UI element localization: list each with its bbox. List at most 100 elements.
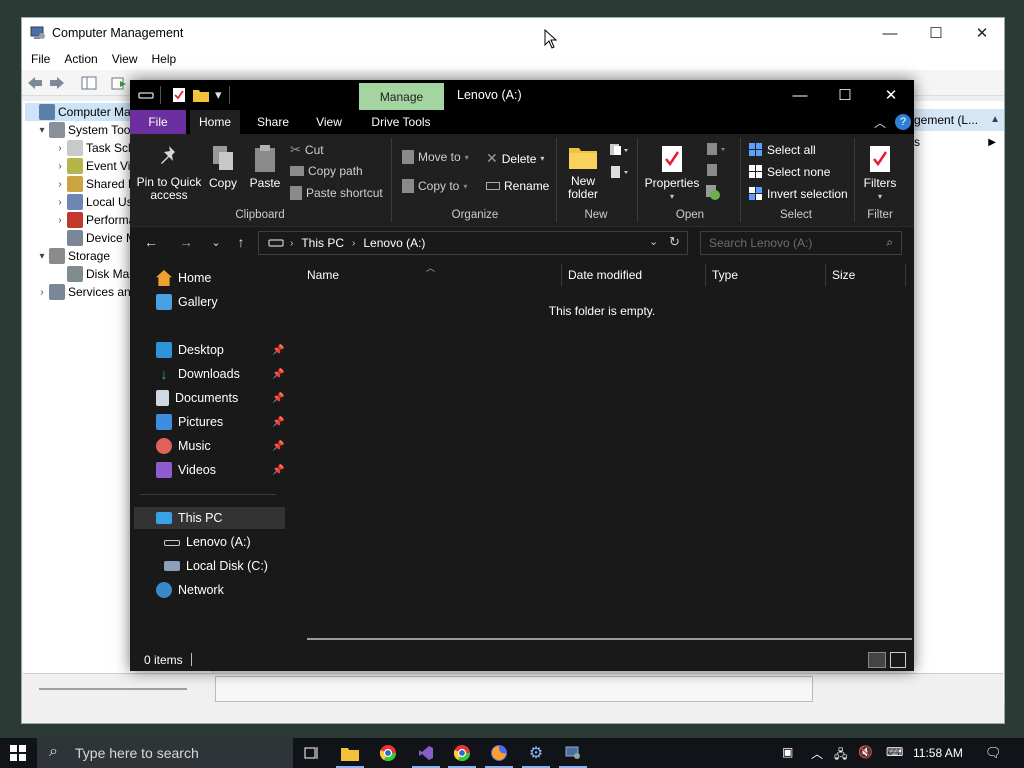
- taskbar-visual-studio[interactable]: [408, 738, 444, 768]
- start-button[interactable]: [0, 738, 36, 768]
- manage-contextual-tab[interactable]: Manage: [359, 83, 444, 110]
- menu-action[interactable]: Action: [64, 52, 105, 66]
- menu-file[interactable]: File: [31, 52, 58, 66]
- show-hidden-icons-icon[interactable]: ︿: [811, 745, 823, 762]
- breadcrumb-this-pc[interactable]: This PC: [301, 236, 344, 250]
- collapse-ribbon-icon[interactable]: ︿: [874, 114, 886, 131]
- tree-item[interactable]: › Task Sch: [53, 139, 135, 157]
- menu-view[interactable]: View: [112, 52, 146, 66]
- copy-path-button[interactable]: Copy path: [290, 164, 363, 178]
- cm-minimize-button[interactable]: —: [867, 18, 913, 48]
- collapse-chevron-icon[interactable]: ▾: [35, 125, 49, 136]
- fe-maximize-button[interactable]: ☐: [822, 80, 868, 110]
- delete-button[interactable]: ✕ Delete ▾: [486, 150, 544, 167]
- taskbar-file-explorer[interactable]: [332, 738, 368, 768]
- tab-drive-tools[interactable]: Drive Tools: [366, 110, 436, 134]
- taskbar-computer-management[interactable]: [555, 738, 591, 768]
- refresh-icon[interactable]: ↻: [669, 234, 680, 250]
- address-bar[interactable]: › This PC › Lenovo (A:) ⌄ ↻: [258, 231, 688, 255]
- search-box[interactable]: Search Lenovo (A:) ⌕: [700, 231, 902, 255]
- fe-title-bar[interactable]: ▾ Manage Lenovo (A:) — ☐ ✕: [130, 80, 914, 110]
- tree-item[interactable]: › Performa: [53, 211, 135, 229]
- address-dropdown-icon[interactable]: ⌄: [649, 235, 658, 248]
- recent-locations-icon[interactable]: ⌄: [206, 236, 226, 249]
- nav-item-downloads[interactable]: ↓ Downloads 📌: [156, 363, 286, 385]
- fe-close-button[interactable]: ✕: [868, 80, 914, 110]
- tree-item[interactable]: Disk Mar: [53, 265, 133, 283]
- column-size[interactable]: Size: [832, 268, 855, 282]
- pin-icon[interactable]: 📌: [272, 393, 284, 404]
- copy-button[interactable]: Copy: [206, 144, 240, 190]
- cm-maximize-button[interactable]: ☐: [913, 18, 959, 48]
- nav-item-gallery[interactable]: Gallery: [156, 291, 218, 313]
- column-type[interactable]: Type: [712, 268, 738, 282]
- nav-item-desktop[interactable]: Desktop 📌: [156, 339, 286, 361]
- collapse-up-icon[interactable]: ▲: [990, 109, 1000, 131]
- tab-share[interactable]: Share: [250, 110, 296, 134]
- tree-item[interactable]: ▾ Storage: [35, 247, 110, 265]
- expand-chevron-icon[interactable]: ›: [35, 287, 49, 298]
- nav-item-this-pc[interactable]: This PC: [134, 507, 285, 529]
- up-button[interactable]: ↑: [231, 234, 251, 250]
- export-list-icon[interactable]: [110, 75, 128, 91]
- invert-selection-button[interactable]: Invert selection: [748, 186, 848, 201]
- taskbar-search[interactable]: ⌕ Type here to search: [37, 738, 293, 768]
- large-icons-view-icon[interactable]: [890, 652, 906, 668]
- taskbar-chrome-profile[interactable]: [444, 738, 480, 768]
- column-separator[interactable]: [705, 264, 706, 286]
- nav-item-documents[interactable]: Documents 📌: [156, 387, 286, 409]
- taskbar-settings[interactable]: ⚙: [518, 738, 554, 768]
- customize-qa-icon[interactable]: ▾: [215, 87, 222, 103]
- column-separator[interactable]: [561, 264, 562, 286]
- cm-title-bar[interactable]: Computer Management — ☐ ✕: [22, 18, 1004, 48]
- cm-close-button[interactable]: ✕: [959, 18, 1005, 48]
- tab-file[interactable]: File: [130, 110, 186, 134]
- taskbar-firefox[interactable]: [481, 738, 517, 768]
- fe-minimize-button[interactable]: —: [777, 80, 823, 110]
- nav-item-lenovo-drive[interactable]: Lenovo (A:): [164, 531, 251, 553]
- tree-item[interactable]: › Local Us: [53, 193, 133, 211]
- forward-arrow-icon[interactable]: [48, 75, 66, 91]
- column-date-modified[interactable]: Date modified: [568, 268, 642, 282]
- cut-button[interactable]: ✂ Cut: [290, 142, 324, 158]
- menu-help[interactable]: Help: [152, 52, 185, 66]
- move-to-button[interactable]: Move to ▾: [402, 150, 469, 164]
- open-icon[interactable]: [704, 142, 728, 156]
- expand-chevron-icon[interactable]: ›: [53, 197, 67, 208]
- column-separator[interactable]: [905, 264, 906, 286]
- keyboard-icon[interactable]: ⌨: [886, 745, 903, 759]
- expand-chevron-icon[interactable]: ›: [53, 215, 67, 226]
- task-view-button[interactable]: [294, 738, 330, 768]
- nav-item-local-disk[interactable]: Local Disk (C:): [164, 555, 268, 577]
- new-folder-button[interactable]: New folder: [562, 144, 604, 201]
- copy-to-button[interactable]: Copy to ▾: [402, 179, 467, 193]
- tray-app-icon[interactable]: ▣: [782, 745, 793, 759]
- pin-icon[interactable]: 📌: [272, 465, 284, 476]
- easy-access-icon[interactable]: [608, 164, 630, 180]
- nav-item-pictures[interactable]: Pictures 📌: [156, 411, 286, 433]
- filters-button[interactable]: Filters ▾: [860, 144, 900, 203]
- taskbar-clock[interactable]: 11:58 AM: [913, 746, 963, 760]
- search-input[interactable]: Search Lenovo (A:): [709, 236, 812, 250]
- history-icon[interactable]: [704, 184, 728, 200]
- pin-to-quick-access-button[interactable]: Pin to Quick access: [134, 144, 204, 202]
- rename-button[interactable]: Rename: [486, 179, 549, 193]
- horizontal-scrollbar[interactable]: [307, 638, 912, 640]
- help-icon[interactable]: ?: [895, 114, 911, 130]
- details-view-icon[interactable]: [868, 652, 886, 668]
- tree-item[interactable]: ▾ System Tools: [35, 121, 139, 139]
- select-all-button[interactable]: Select all: [748, 142, 816, 157]
- expand-chevron-icon[interactable]: ›: [53, 161, 67, 172]
- paste-shortcut-button[interactable]: Paste shortcut: [290, 186, 383, 200]
- pin-icon[interactable]: 📌: [272, 417, 284, 428]
- taskbar-search-input[interactable]: Type here to search: [75, 745, 199, 761]
- console-tree-icon[interactable]: [80, 75, 98, 91]
- pin-icon[interactable]: 📌: [272, 345, 284, 356]
- tree-item[interactable]: Device M: [53, 229, 136, 247]
- breadcrumb-lenovo[interactable]: Lenovo (A:): [363, 236, 425, 250]
- properties-quick-icon[interactable]: [172, 87, 186, 103]
- edit-icon[interactable]: [704, 163, 728, 177]
- volume-muted-icon[interactable]: 🔇: [858, 745, 873, 759]
- back-button[interactable]: ←: [141, 234, 161, 250]
- cm-actions-header[interactable]: gement (L... ▲: [914, 109, 1004, 131]
